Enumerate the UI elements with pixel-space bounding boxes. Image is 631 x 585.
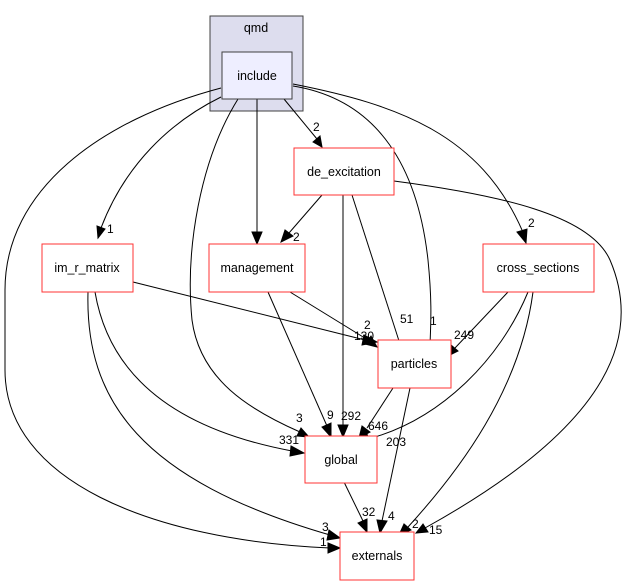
edge-include-im_r_matrix: 1 bbox=[96, 96, 222, 240]
arrowhead-icon bbox=[96, 225, 106, 240]
edge-label: 32 bbox=[362, 505, 376, 519]
edge-de_excitation-management: 2 bbox=[280, 194, 323, 244]
edge-particles-externals: 4 bbox=[376, 387, 411, 535]
node-include[interactable]: include bbox=[221, 51, 293, 100]
arrowhead-icon bbox=[321, 422, 332, 439]
arrowhead-icon bbox=[289, 445, 306, 457]
edge-label: 2 bbox=[528, 216, 535, 230]
arrowhead-icon bbox=[251, 231, 263, 246]
arrowhead-icon bbox=[280, 229, 294, 243]
edge-label: 15 bbox=[429, 523, 443, 537]
node-im_r_matrix-label: im_r_matrix bbox=[54, 261, 120, 275]
arrowhead-icon bbox=[312, 135, 323, 148]
edge-label: 1 bbox=[107, 222, 114, 236]
edge-label: 1 bbox=[320, 535, 327, 549]
node-particles-label: particles bbox=[391, 357, 438, 371]
node-include-label: include bbox=[237, 69, 277, 83]
node-de_excitation[interactable]: de_excitation bbox=[293, 147, 395, 196]
edge-label: 4 bbox=[388, 509, 395, 523]
edge-include-externals: 1 bbox=[4, 87, 342, 554]
node-de_excitation-label: de_excitation bbox=[307, 165, 381, 179]
edge-de_excitation-global: 292 bbox=[337, 195, 361, 439]
node-particles[interactable]: particles bbox=[377, 339, 452, 389]
node-management-label: management bbox=[221, 261, 294, 275]
edge-label: 1 bbox=[430, 314, 437, 328]
edge-label: 331 bbox=[279, 433, 299, 447]
edge-include-management: 1 bbox=[251, 99, 270, 259]
node-externals-label: externals bbox=[352, 549, 403, 563]
edge-particles-global: 646 bbox=[358, 387, 394, 439]
edge-global-externals: 32 bbox=[343, 481, 376, 534]
node-management[interactable]: management bbox=[208, 243, 306, 293]
edge-label: 3 bbox=[322, 520, 329, 534]
edge-label: 2 bbox=[293, 230, 300, 244]
arrowhead-icon bbox=[376, 519, 388, 535]
edge-label: 2 bbox=[364, 318, 371, 332]
edge-label: 2 bbox=[313, 120, 320, 134]
node-cross_sections[interactable]: cross_sections bbox=[482, 243, 595, 293]
edge-label: 249 bbox=[454, 328, 474, 342]
arrowhead-icon bbox=[326, 529, 342, 541]
edge-label: 51 bbox=[400, 312, 414, 326]
node-externals[interactable]: externals bbox=[339, 531, 415, 581]
arrowhead-icon bbox=[516, 228, 528, 245]
edge-label: 292 bbox=[341, 409, 361, 423]
arrowhead-icon bbox=[337, 424, 349, 439]
node-cross_sections-label: cross_sections bbox=[497, 261, 580, 275]
edge-label: 646 bbox=[368, 419, 388, 433]
edge-label: 3 bbox=[296, 411, 303, 425]
node-im_r_matrix[interactable]: im_r_matrix bbox=[41, 243, 134, 293]
dependency-graph: qmd 2 1 1 2 1 bbox=[4, 15, 622, 581]
cluster-qmd-label: qmd bbox=[244, 21, 268, 35]
arrowhead-icon bbox=[327, 542, 342, 554]
edge-cross_sections-particles: 249 bbox=[445, 291, 509, 359]
edge-label: 2 bbox=[412, 517, 419, 531]
edge-label: 9 bbox=[327, 408, 334, 422]
arrowhead-icon bbox=[357, 518, 368, 534]
node-global-label: global bbox=[324, 453, 357, 467]
edge-label: 203 bbox=[386, 435, 406, 449]
node-global[interactable]: global bbox=[304, 435, 378, 484]
